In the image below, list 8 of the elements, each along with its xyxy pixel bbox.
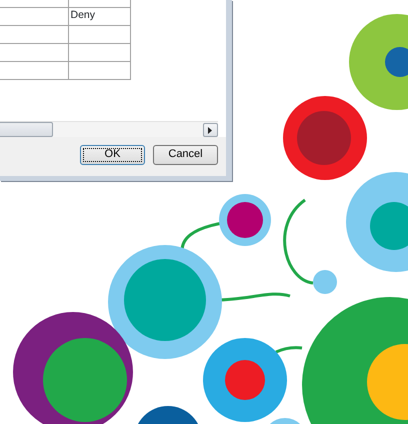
dot-circle [313, 270, 337, 294]
connector-line [275, 346, 302, 354]
cancel-button[interactable]: Cancel [153, 144, 218, 164]
scroll-right-button[interactable] [203, 123, 218, 137]
right-arrow-icon [208, 126, 213, 134]
ok-button[interactable]: OK [80, 144, 145, 164]
table-cell-text: Deny [70, 9, 96, 22]
scrollbar-thumb[interactable] [0, 122, 53, 137]
